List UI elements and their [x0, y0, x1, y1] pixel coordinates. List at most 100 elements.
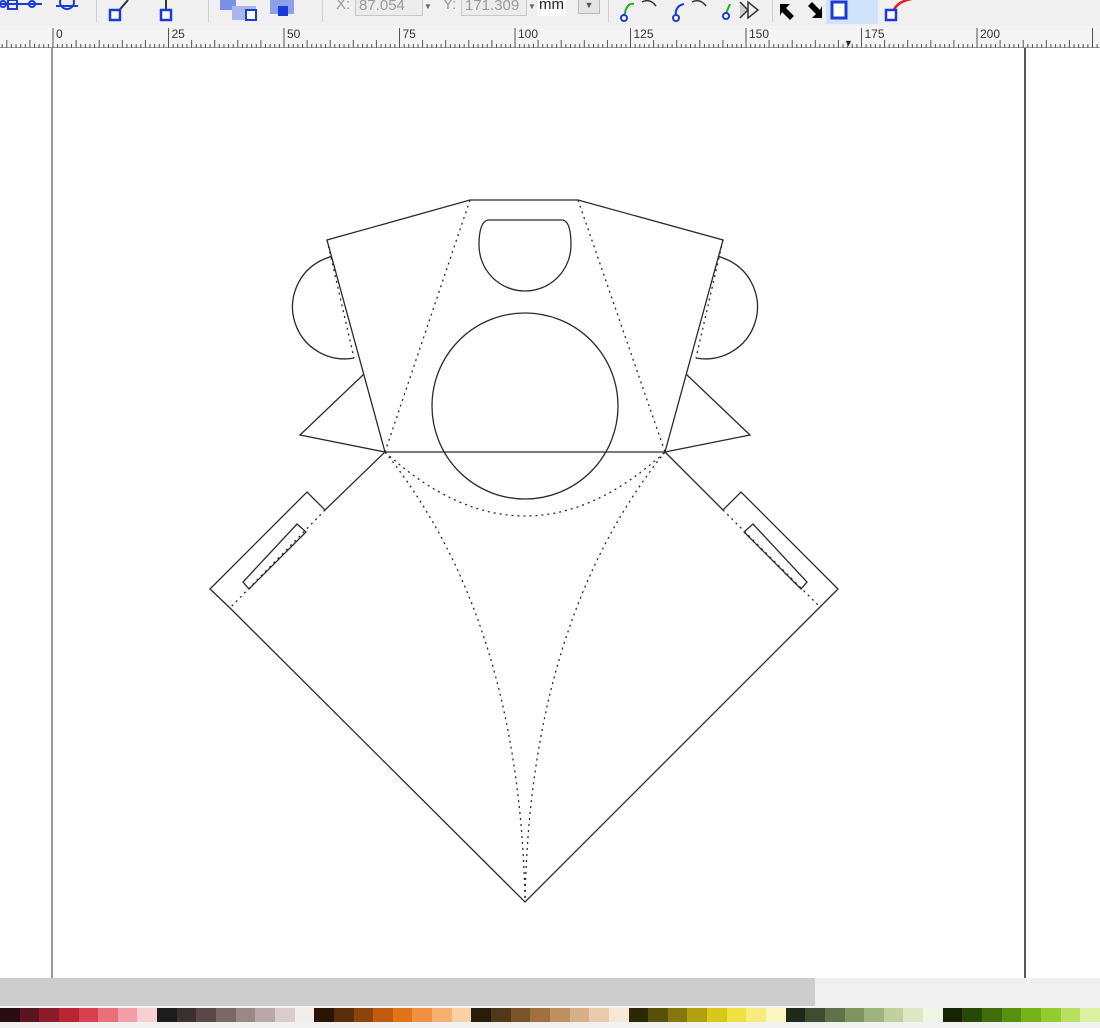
palette-swatch[interactable] — [137, 1008, 158, 1022]
show-mask-icon[interactable] — [882, 0, 922, 22]
horizontal-ruler[interactable]: 0 25 50 75 100 125 150 175 200 ▼ — [0, 26, 1100, 48]
fold-line — [384, 199, 471, 453]
fold-curve — [384, 451, 526, 903]
palette-swatch[interactable] — [667, 1008, 688, 1022]
palette-swatch[interactable] — [98, 1008, 118, 1022]
ruler-label: 175 — [865, 27, 885, 41]
palette-swatch[interactable] — [235, 1008, 256, 1022]
y-coordinate-input[interactable]: 171.309 — [461, 0, 527, 16]
palette-swatch[interactable] — [844, 1008, 865, 1022]
palette-swatch[interactable] — [864, 1008, 884, 1022]
node-join-icon[interactable] — [0, 0, 42, 20]
palette-swatch[interactable] — [530, 1008, 550, 1022]
show-transform-icon[interactable] — [778, 0, 826, 22]
node-symmetric-icon[interactable] — [718, 0, 766, 22]
palette-swatch[interactable] — [903, 1008, 924, 1022]
ruler-label: 150 — [749, 27, 769, 41]
palette-swatch[interactable] — [1080, 1008, 1100, 1022]
node-break-icon[interactable] — [52, 0, 82, 20]
palette-swatch[interactable] — [942, 1008, 963, 1022]
palette-swatches[interactable] — [0, 1008, 1100, 1022]
palette-swatch[interactable] — [412, 1008, 433, 1022]
palette-swatch[interactable] — [569, 1008, 590, 1022]
palette-swatch[interactable] — [608, 1008, 629, 1022]
palette-swatch[interactable] — [314, 1008, 334, 1022]
palette-swatch[interactable] — [392, 1008, 413, 1022]
ruler-label: 125 — [634, 27, 654, 41]
right-tab-curve[interactable] — [695, 259, 759, 360]
palette-swatch[interactable] — [176, 1008, 197, 1022]
left-slot[interactable] — [242, 523, 307, 590]
palette-swatch[interactable] — [962, 1008, 983, 1022]
palette-swatch[interactable] — [255, 1008, 275, 1022]
horizontal-scrollbar[interactable] — [0, 978, 1100, 1006]
palette-swatch[interactable] — [726, 1008, 747, 1022]
palette-swatch[interactable] — [707, 1008, 727, 1022]
right-triangle-tab[interactable] — [664, 373, 752, 453]
body-panel-outline[interactable] — [209, 451, 839, 903]
right-slot[interactable] — [743, 523, 808, 590]
palette-swatch[interactable] — [117, 1008, 138, 1022]
palette-swatch[interactable] — [491, 1008, 511, 1022]
palette-swatch[interactable] — [58, 1008, 79, 1022]
x-spin-down-icon[interactable]: ▼ — [424, 2, 432, 11]
palette-swatch[interactable] — [549, 1008, 570, 1022]
palette-swatch[interactable] — [0, 1008, 20, 1022]
palette-swatch[interactable] — [1040, 1008, 1061, 1022]
palette-swatch[interactable] — [510, 1008, 531, 1022]
palette-swatch[interactable] — [471, 1008, 492, 1022]
palette-swatch[interactable] — [353, 1008, 374, 1022]
palette-swatch[interactable] — [196, 1008, 217, 1022]
palette-swatch[interactable] — [805, 1008, 825, 1022]
drawing-canvas[interactable] — [0, 48, 1100, 978]
palette-swatch[interactable] — [982, 1008, 1002, 1022]
toolbar-separator — [772, 0, 773, 22]
segment-line-icon[interactable] — [106, 0, 132, 22]
palette-swatch[interactable] — [648, 1008, 668, 1022]
object-to-path-icon[interactable] — [218, 0, 266, 22]
left-tab-curve[interactable] — [291, 259, 355, 360]
palette-swatch[interactable] — [216, 1008, 236, 1022]
palette-swatch[interactable] — [333, 1008, 354, 1022]
palette-swatch[interactable] — [294, 1008, 315, 1022]
unit-dropdown-arrow-icon[interactable]: ▼ — [578, 0, 600, 14]
circle-cutout[interactable] — [431, 312, 619, 500]
show-clip-icon[interactable] — [826, 0, 878, 24]
fold-curve — [524, 451, 666, 903]
palette-swatch[interactable] — [687, 1008, 708, 1022]
palette-swatch[interactable] — [373, 1008, 393, 1022]
palette-swatch[interactable] — [39, 1008, 59, 1022]
scrollbar-thumb[interactable] — [0, 978, 815, 1006]
palette-swatch[interactable] — [824, 1008, 845, 1022]
ruler-scale: 0 25 50 75 100 125 150 175 200 ▼ — [1, 27, 1098, 48]
node-cusp-icon[interactable] — [618, 0, 660, 22]
ruler-label: 100 — [518, 27, 538, 41]
palette-swatch[interactable] — [157, 1008, 177, 1022]
x-coordinate-input[interactable]: 87.054 — [355, 0, 423, 16]
palette-swatch[interactable] — [589, 1008, 609, 1022]
palette-swatch[interactable] — [785, 1008, 806, 1022]
palette-swatch[interactable] — [1001, 1008, 1022, 1022]
segment-curve-icon[interactable] — [154, 0, 180, 22]
palette-swatch[interactable] — [746, 1008, 766, 1022]
palette-swatch[interactable] — [19, 1008, 40, 1022]
node-smooth-icon[interactable] — [668, 0, 710, 22]
palette-swatch[interactable] — [628, 1008, 649, 1022]
color-palette[interactable] — [0, 1006, 1100, 1028]
palette-swatch[interactable] — [1021, 1008, 1041, 1022]
palette-swatch[interactable] — [78, 1008, 99, 1022]
palette-swatch[interactable] — [765, 1008, 786, 1022]
left-triangle-tab[interactable] — [298, 373, 386, 453]
palette-swatch[interactable] — [451, 1008, 472, 1022]
stroke-to-path-icon[interactable] — [268, 0, 298, 22]
y-spin-down-icon[interactable]: ▼ — [528, 2, 536, 11]
palette-swatch[interactable] — [883, 1008, 904, 1022]
head-panel-outline[interactable] — [326, 199, 724, 453]
unit-selector[interactable]: mm — [537, 0, 566, 16]
palette-swatch[interactable] — [274, 1008, 295, 1022]
palette-swatch[interactable] — [923, 1008, 943, 1022]
ruler-label: 0 — [56, 27, 63, 41]
slot-cutout[interactable] — [478, 219, 572, 292]
palette-swatch[interactable] — [432, 1008, 452, 1022]
palette-swatch[interactable] — [1060, 1008, 1081, 1022]
